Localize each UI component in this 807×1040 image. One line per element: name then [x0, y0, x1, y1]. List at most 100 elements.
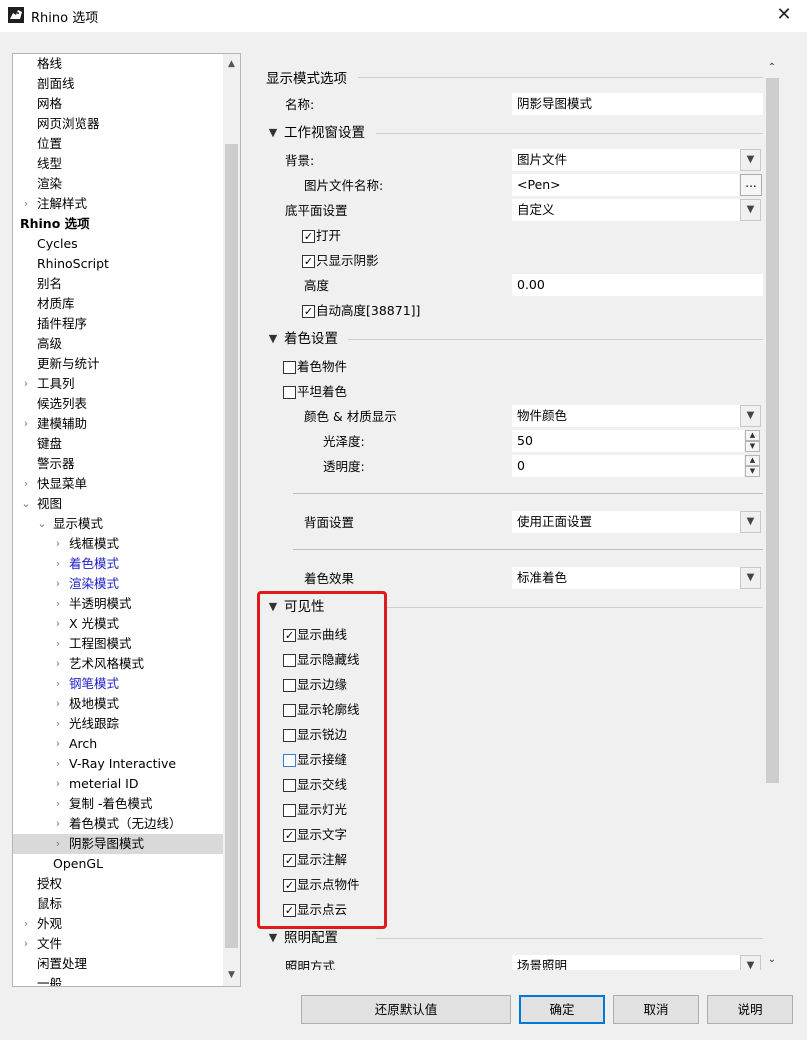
close-icon[interactable]: ✕: [761, 0, 807, 32]
scroll-up-icon[interactable]: ▲: [223, 56, 240, 73]
tree-item[interactable]: 网格: [13, 94, 224, 114]
tree-item[interactable]: OpenGL: [13, 854, 224, 874]
tree-scrollbar[interactable]: ▲ ▼: [223, 54, 240, 986]
tree-item[interactable]: 警示器: [13, 454, 224, 474]
tree-item[interactable]: › 建模辅助: [13, 414, 224, 434]
tree-item[interactable]: ⌄ 显示模式: [13, 514, 224, 534]
chevron-right-icon[interactable]: ›: [21, 474, 31, 494]
chevron-right-icon[interactable]: ›: [53, 794, 63, 814]
lighting-section-header[interactable]: ▼ 照明配置: [266, 928, 766, 948]
chevron-right-icon[interactable]: ›: [21, 194, 31, 214]
tree-item[interactable]: 高级: [13, 334, 224, 354]
chevron-right-icon[interactable]: ›: [53, 774, 63, 794]
chevron-right-icon[interactable]: ›: [53, 834, 63, 854]
color-material-select[interactable]: 物件颜色: [512, 405, 740, 427]
tree-item[interactable]: › 注解样式: [13, 194, 224, 214]
scroll-down-icon[interactable]: ▼: [223, 967, 240, 984]
panel-scroll-thumb[interactable]: [766, 78, 779, 783]
chevron-down-icon[interactable]: ▼: [740, 199, 761, 221]
tree-item[interactable]: › 着色模式: [13, 554, 224, 574]
ground-plane-select[interactable]: 自定义: [512, 199, 740, 221]
viewport-section-header[interactable]: ▼ 工作视窗设置: [266, 123, 766, 143]
chevron-right-icon[interactable]: ›: [21, 934, 31, 954]
height-field[interactable]: 0.00: [512, 274, 763, 296]
tree-item[interactable]: 闲置处理: [13, 954, 224, 974]
check-icon[interactable]: ✓: [283, 629, 296, 642]
chevron-right-icon[interactable]: ›: [53, 554, 63, 574]
shading-effect-select[interactable]: 标准着色: [512, 567, 740, 589]
chevron-right-icon[interactable]: ›: [53, 814, 63, 834]
chevron-down-icon[interactable]: ▼: [740, 511, 761, 533]
collapse-icon[interactable]: ▼: [266, 597, 280, 617]
chevron-right-icon[interactable]: ›: [21, 914, 31, 934]
tree-item[interactable]: › 工程图模式: [13, 634, 224, 654]
collapse-icon[interactable]: ▼: [266, 123, 280, 143]
chevron-right-icon[interactable]: ›: [53, 714, 63, 734]
tree-item[interactable]: 剖面线: [13, 74, 224, 94]
tree-item[interactable]: 一般: [13, 974, 224, 986]
tree-item[interactable]: › Arch: [13, 734, 224, 754]
name-field[interactable]: 阴影导图模式: [512, 93, 763, 115]
tree-item[interactable]: 候选列表: [13, 394, 224, 414]
tree-item[interactable]: 材质库: [13, 294, 224, 314]
chevron-right-icon[interactable]: ›: [21, 414, 31, 434]
scroll-up-icon[interactable]: ⌃: [763, 60, 781, 76]
checkbox-empty-icon[interactable]: [283, 704, 296, 717]
tree-item[interactable]: 渲染: [13, 174, 224, 194]
tree-item[interactable]: 线型: [13, 154, 224, 174]
tree-item[interactable]: › 快显菜单: [13, 474, 224, 494]
tree-item[interactable]: Cycles: [13, 234, 224, 254]
background-select[interactable]: 图片文件: [512, 149, 740, 171]
tree-item[interactable]: › 工具列: [13, 374, 224, 394]
tree-item[interactable]: 授权: [13, 874, 224, 894]
gloss-field[interactable]: 50: [512, 430, 744, 452]
checkbox-empty-icon[interactable]: [283, 779, 296, 792]
tree-item[interactable]: RhinoScript: [13, 254, 224, 274]
tree-item[interactable]: › 文件: [13, 934, 224, 954]
tree-item[interactable]: › V-Ray Interactive: [13, 754, 224, 774]
tree-item[interactable]: › 半透明模式: [13, 594, 224, 614]
tree-item[interactable]: 别名: [13, 274, 224, 294]
check-icon[interactable]: ✓: [283, 879, 296, 892]
tree-item[interactable]: › 着色模式（无边线）: [13, 814, 224, 834]
checkbox-empty-icon[interactable]: [283, 804, 296, 817]
check-icon[interactable]: ✓: [283, 854, 296, 867]
checkbox-empty-icon[interactable]: [283, 729, 296, 742]
tree-item[interactable]: Rhino 选项: [13, 214, 224, 234]
chevron-right-icon[interactable]: ›: [53, 594, 63, 614]
restore-defaults-button[interactable]: 还原默认值: [301, 995, 511, 1024]
checkbox-empty-icon[interactable]: [283, 654, 296, 667]
chevron-right-icon[interactable]: ›: [53, 574, 63, 594]
chevron-right-icon[interactable]: ›: [53, 674, 63, 694]
check-icon[interactable]: ✓: [283, 829, 296, 842]
tree-item[interactable]: 鼠标: [13, 894, 224, 914]
tree-item[interactable]: › 光线跟踪: [13, 714, 224, 734]
chevron-right-icon[interactable]: ›: [53, 634, 63, 654]
tree-item[interactable]: › 极地模式: [13, 694, 224, 714]
chevron-right-icon[interactable]: ›: [53, 654, 63, 674]
tree-item[interactable]: › 复制 -着色模式: [13, 794, 224, 814]
visibility-section-header[interactable]: ▼ 可见性: [266, 597, 766, 617]
shading-section-header[interactable]: ▼ 着色设置: [266, 329, 766, 349]
collapse-icon[interactable]: ▼: [266, 329, 280, 349]
chevron-down-icon[interactable]: ▼: [740, 567, 761, 589]
tree-item[interactable]: 更新与统计: [13, 354, 224, 374]
tree-item[interactable]: › 渲染模式: [13, 574, 224, 594]
transparency-field[interactable]: 0: [512, 455, 744, 477]
tree-scroll-thumb[interactable]: [225, 144, 238, 948]
tree-item[interactable]: 插件程序: [13, 314, 224, 334]
chevron-right-icon[interactable]: ›: [53, 614, 63, 634]
chevron-down-icon[interactable]: ⌄: [37, 514, 47, 534]
lighting-method-select[interactable]: 场景照明: [512, 955, 740, 970]
chevron-right-icon[interactable]: ›: [53, 534, 63, 554]
tree-item[interactable]: 格线: [13, 54, 224, 74]
tree-item[interactable]: › 阴影导图模式: [13, 834, 224, 854]
tree-item[interactable]: › X 光模式: [13, 614, 224, 634]
chevron-down-icon[interactable]: ▼: [740, 149, 761, 171]
chevron-down-icon[interactable]: ▼: [740, 955, 761, 970]
scroll-down-icon[interactable]: ⌄: [763, 952, 781, 968]
tree-item[interactable]: 网页浏览器: [13, 114, 224, 134]
tree-item[interactable]: 键盘: [13, 434, 224, 454]
backface-select[interactable]: 使用正面设置: [512, 511, 740, 533]
tree-item[interactable]: 位置: [13, 134, 224, 154]
